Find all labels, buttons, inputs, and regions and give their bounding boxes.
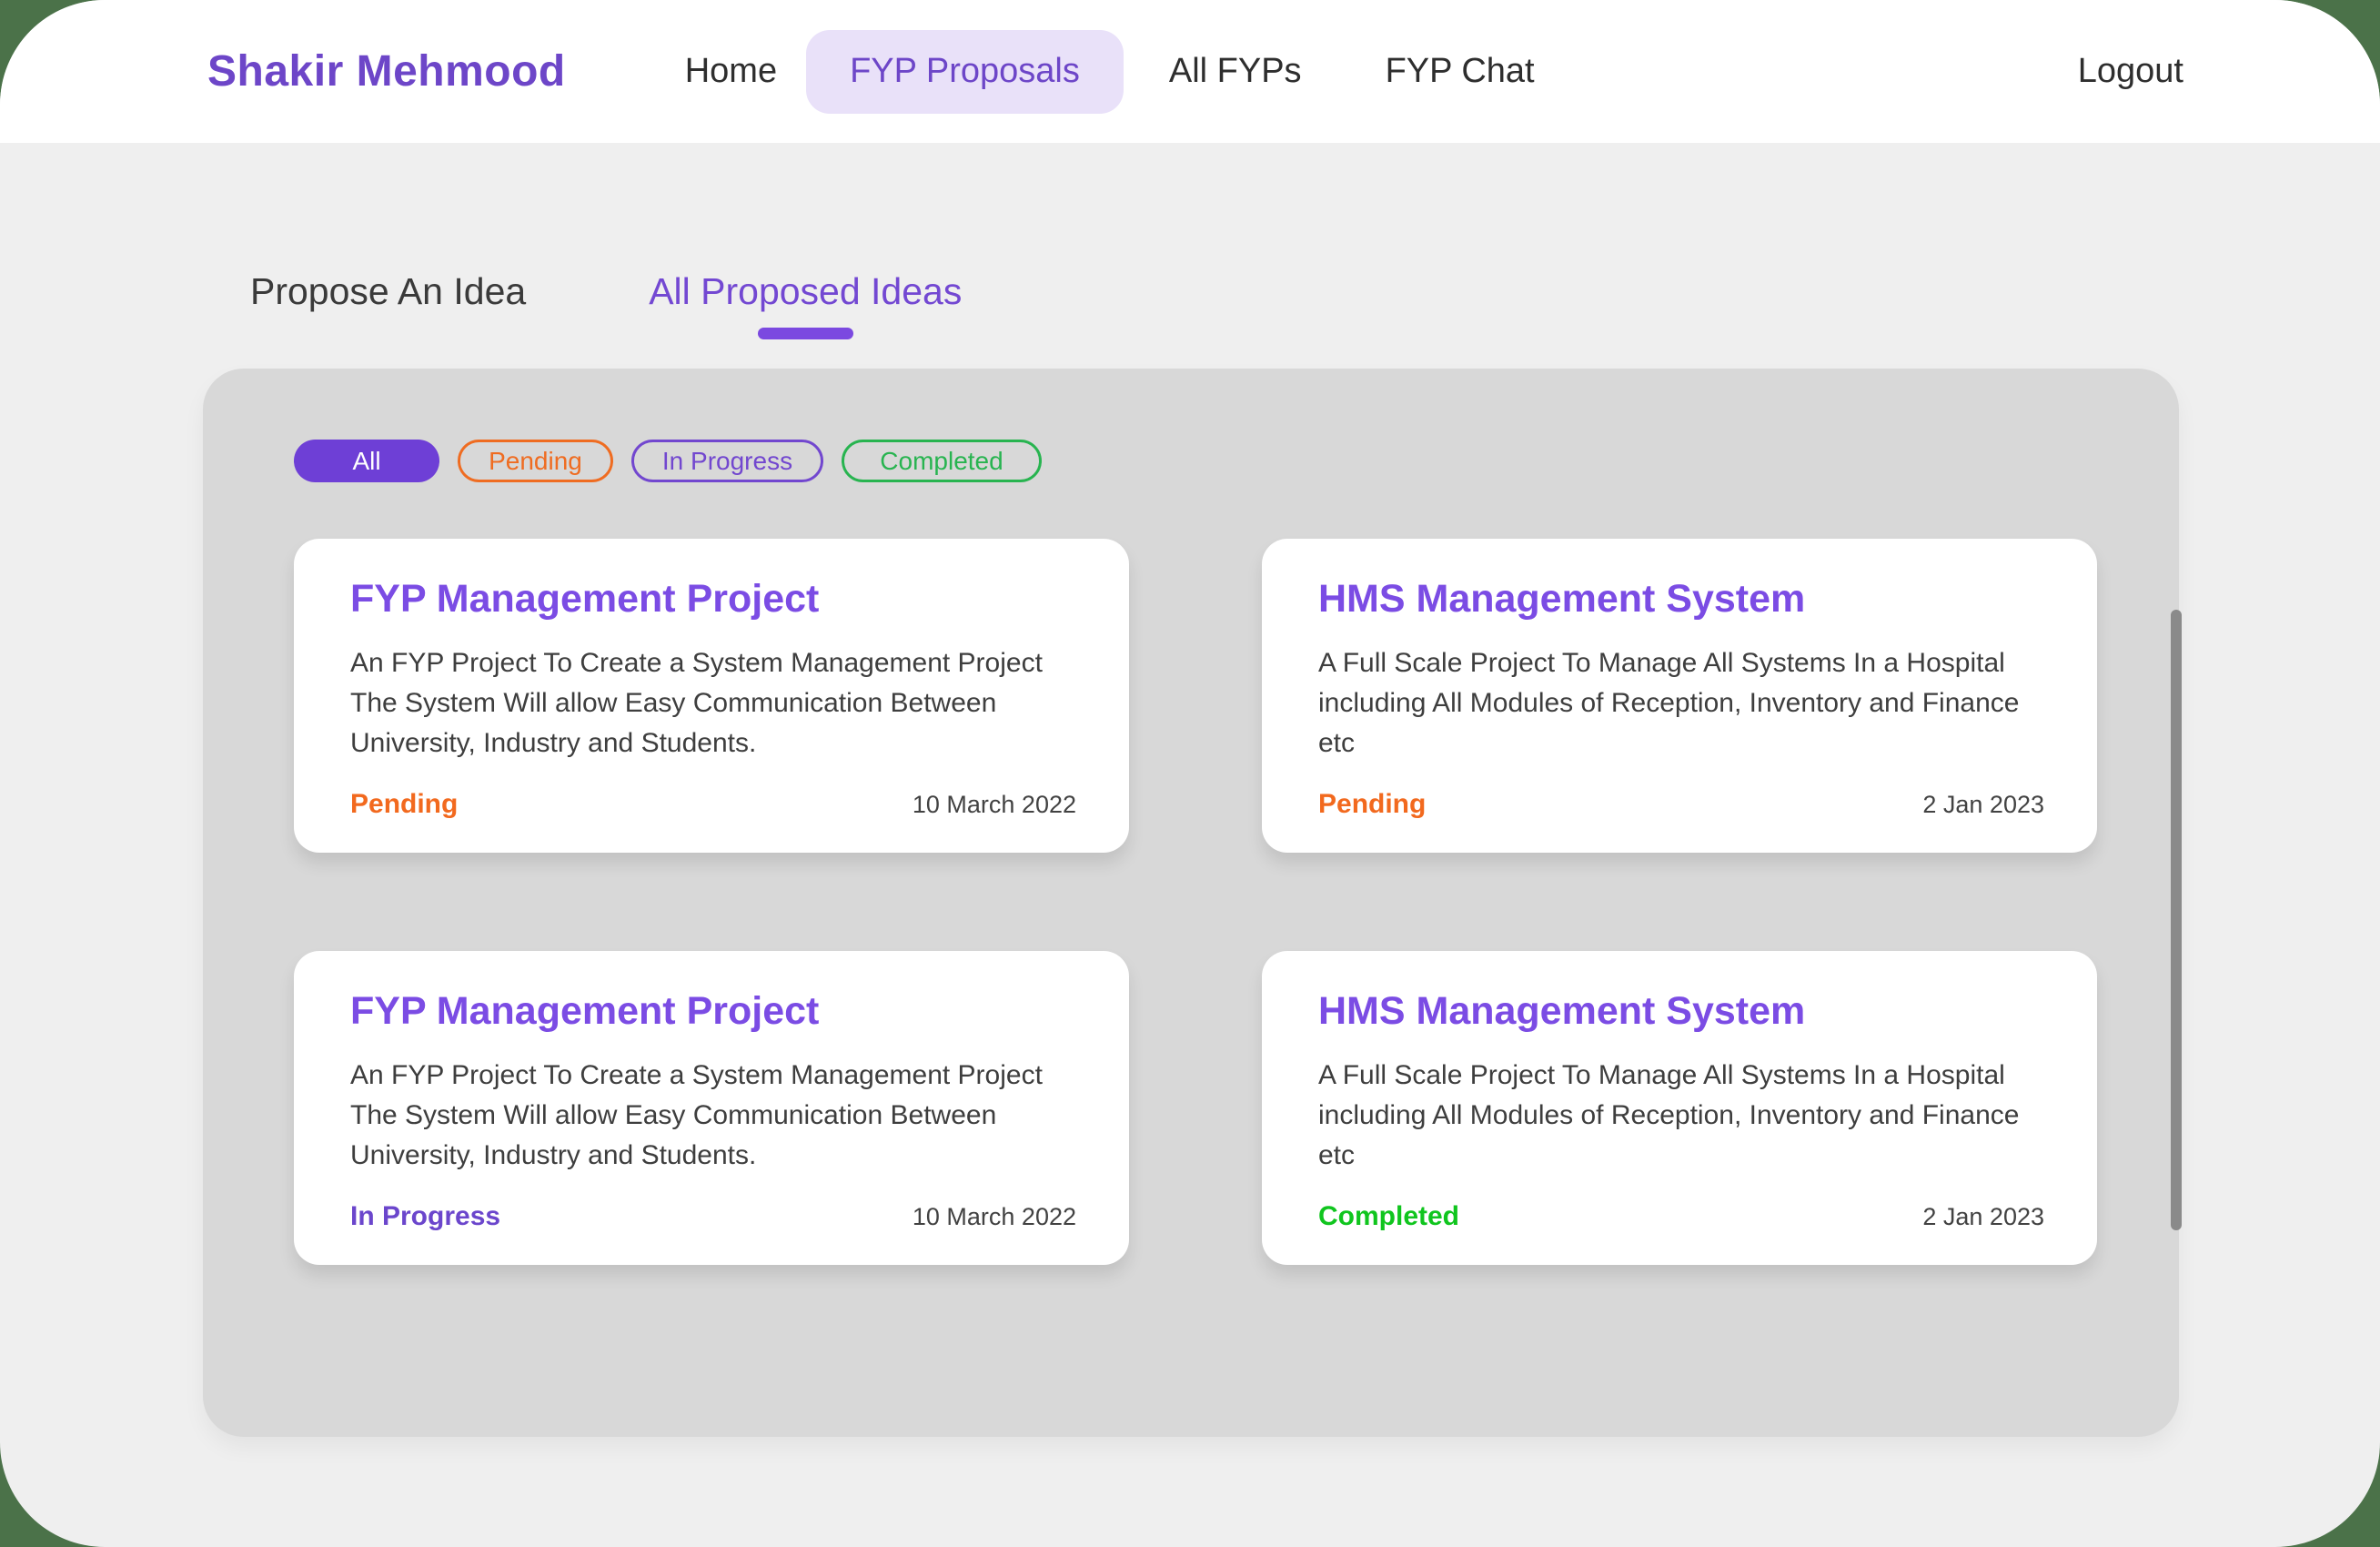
main-nav: Home FYP Proposals All FYPs FYP Chat — [566, 30, 1535, 114]
logout-button[interactable]: Logout — [2078, 52, 2183, 91]
header: Shakir Mehmood Home FYP Proposals All FY… — [0, 0, 2380, 143]
card-date: 2 Jan 2023 — [1922, 1203, 2044, 1231]
status-badge: Completed — [1318, 1201, 1459, 1232]
card-title: HMS Management System — [1318, 577, 2044, 622]
main-content: Propose An Idea All Proposed Ideas All P… — [0, 270, 2380, 1437]
app-window: Shakir Mehmood Home FYP Proposals All FY… — [0, 0, 2380, 1547]
card-description: A Full Scale Project To Manage All Syste… — [1318, 643, 2044, 763]
tab-label: Propose An Idea — [250, 270, 526, 312]
filter-pending[interactable]: Pending — [458, 440, 613, 482]
filter-completed[interactable]: Completed — [842, 440, 1042, 482]
card-footer: Pending 10 March 2022 — [350, 789, 1076, 820]
status-badge: Pending — [1318, 789, 1426, 820]
card-date: 2 Jan 2023 — [1922, 791, 2044, 819]
tab-propose-an-idea[interactable]: Propose An Idea — [250, 270, 526, 313]
proposal-tabs: Propose An Idea All Proposed Ideas — [250, 270, 2380, 339]
status-badge: In Progress — [350, 1201, 500, 1232]
filter-in-progress[interactable]: In Progress — [631, 440, 823, 482]
nav-all-fyps[interactable]: All FYPs — [1169, 52, 1302, 91]
card-footer: Pending 2 Jan 2023 — [1318, 789, 2044, 820]
card-footer: In Progress 10 March 2022 — [350, 1201, 1076, 1232]
status-filter-bar: All Pending In Progress Completed — [294, 440, 2179, 482]
proposal-card[interactable]: FYP Management Project An FYP Project To… — [294, 951, 1129, 1265]
proposal-card[interactable]: HMS Management System A Full Scale Proje… — [1262, 951, 2097, 1265]
tab-label: All Proposed Ideas — [649, 270, 962, 312]
nav-fyp-chat[interactable]: FYP Chat — [1386, 52, 1535, 91]
card-date: 10 March 2022 — [913, 791, 1076, 819]
tab-all-proposed-ideas[interactable]: All Proposed Ideas — [649, 270, 962, 339]
card-description: An FYP Project To Create a System Manage… — [350, 1056, 1076, 1176]
nav-home[interactable]: Home — [685, 52, 777, 91]
proposal-card[interactable]: HMS Management System A Full Scale Proje… — [1262, 539, 2097, 853]
filter-all[interactable]: All — [294, 440, 439, 482]
card-title: FYP Management Project — [350, 989, 1076, 1034]
card-description: A Full Scale Project To Manage All Syste… — [1318, 1056, 2044, 1176]
brand-user-name[interactable]: Shakir Mehmood — [207, 46, 566, 96]
scrollbar-thumb[interactable] — [2171, 610, 2182, 1230]
card-title: HMS Management System — [1318, 989, 2044, 1034]
proposals-panel: All Pending In Progress Completed FYP Ma… — [203, 369, 2179, 1437]
status-badge: Pending — [350, 789, 458, 820]
card-description: An FYP Project To Create a System Manage… — [350, 643, 1076, 763]
nav-fyp-proposals[interactable]: FYP Proposals — [806, 30, 1124, 114]
proposal-card[interactable]: FYP Management Project An FYP Project To… — [294, 539, 1129, 853]
card-date: 10 March 2022 — [913, 1203, 1076, 1231]
card-footer: Completed 2 Jan 2023 — [1318, 1201, 2044, 1232]
card-title: FYP Management Project — [350, 577, 1076, 622]
active-tab-underline — [758, 328, 853, 339]
proposal-card-grid: FYP Management Project An FYP Project To… — [294, 539, 2179, 1265]
